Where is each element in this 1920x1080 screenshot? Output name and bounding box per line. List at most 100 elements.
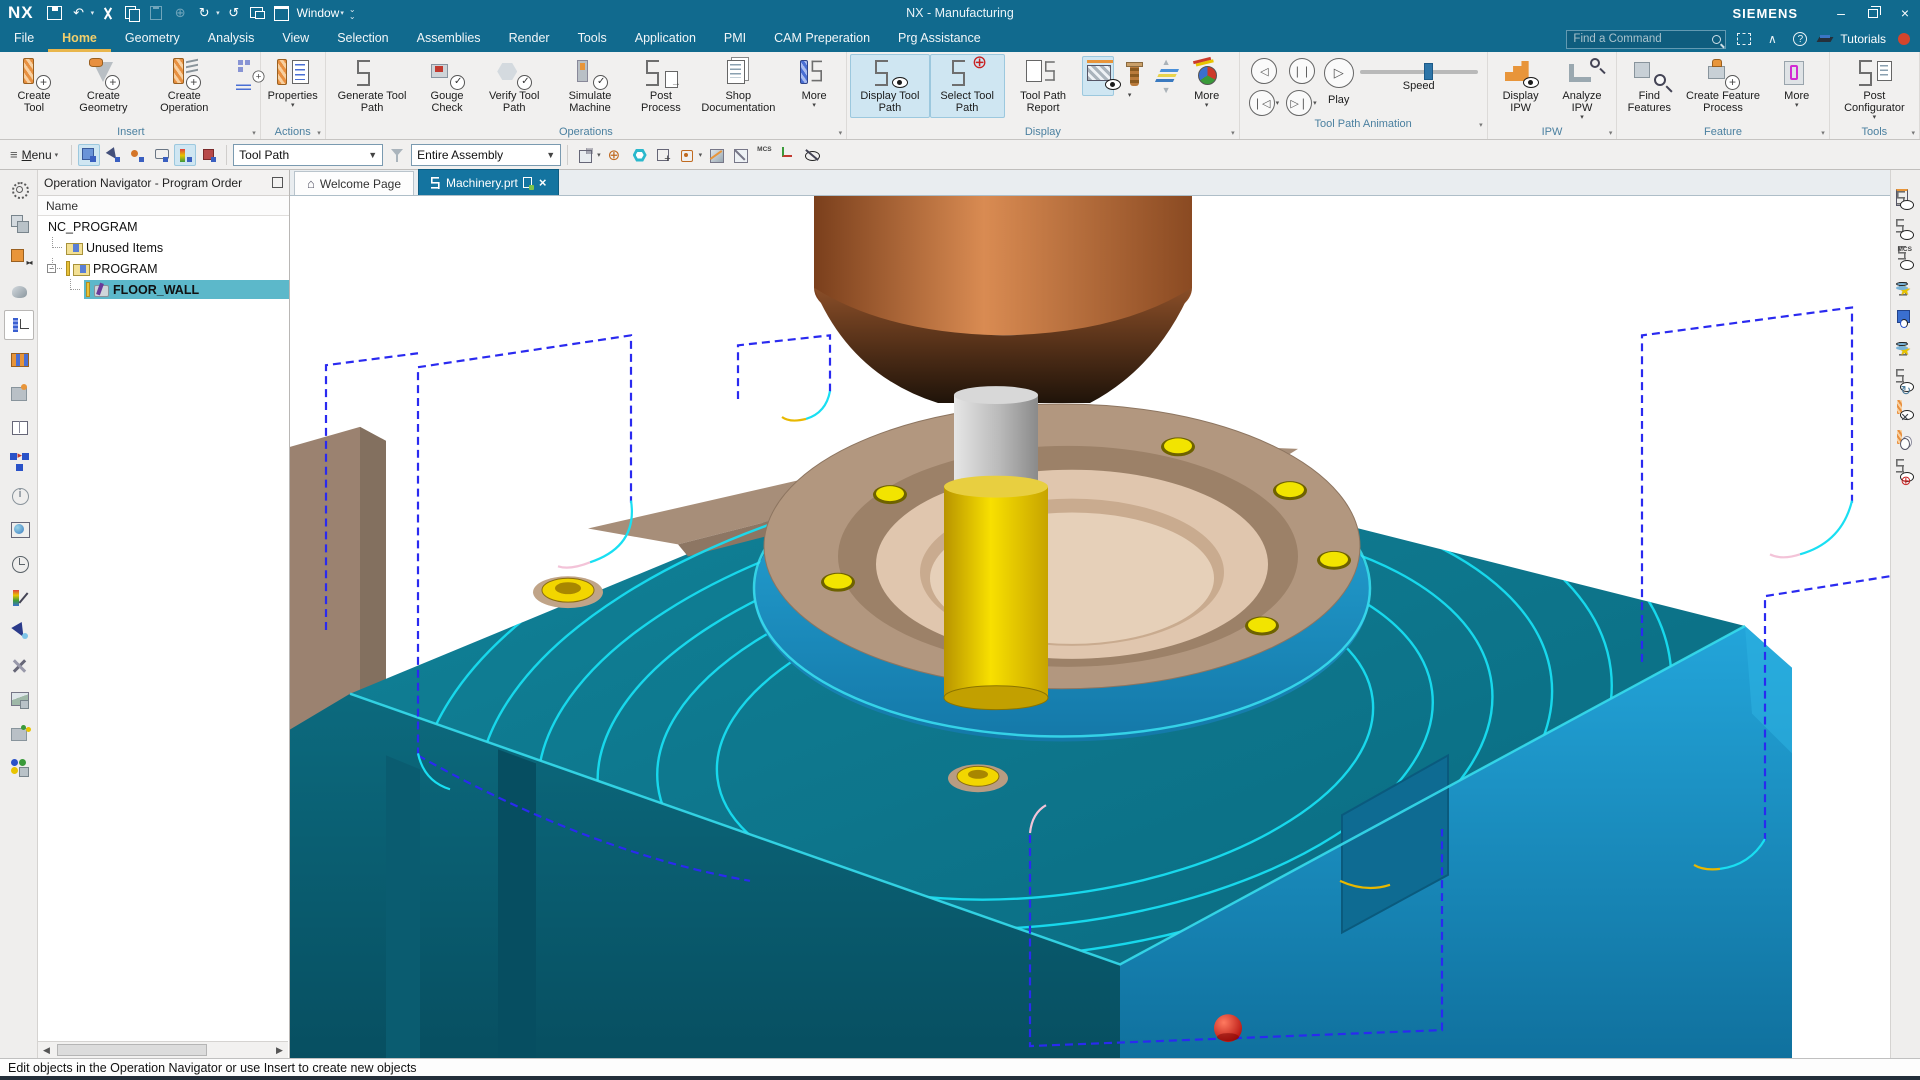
ribbon-button[interactable]: Create Operation ▾ (144, 54, 225, 118)
group-dialog-launcher[interactable]: ▾ (317, 129, 321, 137)
ribbon-button[interactable]: Find Features ▾ (1620, 54, 1678, 118)
ribbon-button[interactable]: Simulate Machine ▾ (550, 54, 631, 118)
ribbon-tab[interactable]: Prg Assistance (884, 26, 995, 52)
ribbon-button[interactable]: Generate Tool Path ▾ (329, 54, 416, 118)
group-dialog-launcher[interactable]: ▾ (1911, 129, 1915, 137)
scrollbar-thumb[interactable] (57, 1044, 207, 1056)
quick-access-icon[interactable]: ↻ (193, 3, 215, 23)
ribbon-button[interactable]: ▾ (1082, 56, 1114, 96)
overflow-chevron-icon[interactable]: ⌄⌄ (349, 6, 356, 20)
right-toolbar-icon[interactable] (1894, 456, 1918, 482)
resource-bar-icon[interactable] (4, 412, 34, 442)
resource-bar-icon[interactable] (4, 752, 34, 782)
view-toolbar-icon[interactable] (729, 144, 751, 166)
ribbon-tab[interactable]: PMI (710, 26, 760, 52)
ribbon-button[interactable]: Analyze IPW ▾ (1551, 54, 1614, 118)
tree-row[interactable]: − NC_PROGRAM (38, 216, 289, 237)
selection-toolbar-icon[interactable] (102, 144, 124, 166)
quick-access-icon[interactable] (145, 3, 167, 23)
close-button[interactable]: × (1890, 1, 1920, 25)
resource-bar-icon[interactable] (4, 684, 34, 714)
view-toolbar-icon[interactable] (628, 144, 650, 166)
quick-access-icon[interactable] (44, 3, 66, 23)
find-command-input[interactable] (1571, 32, 1712, 46)
quick-access-icon[interactable] (247, 3, 269, 23)
window-menu[interactable]: Window (297, 6, 340, 20)
ribbon-tab[interactable]: Tools (564, 26, 621, 52)
ribbon-button[interactable]: Display IPW ▾ (1491, 54, 1551, 118)
chevron-down-icon[interactable]: ▾ (597, 151, 601, 159)
right-toolbar-icon[interactable] (1894, 366, 1918, 392)
ribbon-tab[interactable]: Assemblies (403, 26, 495, 52)
group-dialog-launcher[interactable]: ▾ (1231, 129, 1235, 137)
ribbon-button[interactable]: More ▾ (785, 54, 843, 118)
fullscreen-icon[interactable] (1734, 29, 1754, 49)
view-toolbar-icon[interactable] (652, 144, 674, 166)
selection-toolbar-icon[interactable] (198, 144, 220, 166)
ribbon-button[interactable]: Create Geometry ▾ (63, 54, 144, 118)
chevron-down-icon[interactable]: ▾ (340, 9, 344, 17)
right-toolbar-icon[interactable] (1894, 216, 1918, 242)
chevron-down-icon[interactable]: ▾ (699, 151, 703, 159)
notification-dot[interactable] (1898, 33, 1910, 45)
ribbon-button[interactable]: ▾ (1114, 56, 1146, 96)
ribbon-button[interactable]: Post Configurator ▾ (1833, 54, 1916, 118)
ribbon-button[interactable]: ▾ (225, 56, 257, 96)
view-toolbar-icon[interactable] (801, 144, 823, 166)
quick-access-icon[interactable]: ⊕ (169, 3, 191, 23)
group-dialog-launcher[interactable]: ▾ (252, 129, 256, 137)
ribbon-button[interactable]: Properties ▾ (264, 54, 322, 118)
ribbon-button[interactable]: Tool Path Report ▾ (1005, 54, 1082, 118)
resource-bar-icon[interactable] (4, 480, 34, 510)
resource-bar-icon[interactable] (4, 310, 34, 340)
chevron-down-icon[interactable]: ▾ (1276, 99, 1280, 107)
view-toolbar-icon[interactable] (574, 144, 596, 166)
resource-bar-icon[interactable] (4, 378, 34, 408)
group-dialog-launcher[interactable]: ▾ (1479, 121, 1483, 129)
horizontal-scrollbar[interactable]: ◀ ▶ (38, 1041, 288, 1058)
tab-welcome-page[interactable]: ⌂ Welcome Page (294, 171, 414, 195)
filter-reset-icon[interactable] (386, 144, 408, 166)
column-header[interactable]: Name (38, 196, 289, 216)
group-dialog-launcher[interactable]: ▾ (839, 129, 843, 137)
quick-access-icon[interactable] (271, 3, 293, 23)
right-toolbar-icon[interactable] (1894, 426, 1918, 452)
ribbon-button[interactable]: Verify Tool Path ▾ (479, 54, 550, 118)
resource-bar-icon[interactable] (4, 582, 34, 612)
play-button[interactable]: ▷ (1324, 58, 1354, 88)
right-toolbar-icon[interactable] (1894, 186, 1918, 212)
restore-button[interactable] (1858, 1, 1888, 25)
quick-access-icon[interactable]: ↶ (68, 3, 90, 23)
right-toolbar-icon[interactable] (1894, 276, 1918, 302)
selection-toolbar-icon[interactable] (174, 144, 196, 166)
pause-button[interactable]: ❘❘ (1289, 58, 1315, 84)
ribbon-tab[interactable]: CAM Preperation (760, 26, 884, 52)
ribbon-tab[interactable]: File (0, 26, 48, 52)
ribbon-button[interactable]: Gouge Check ▾ (415, 54, 478, 118)
tab-machinery-prt[interactable]: Machinery.prt × (418, 169, 559, 195)
selection-toolbar-icon[interactable] (78, 144, 100, 166)
selection-toolbar-icon[interactable] (150, 144, 172, 166)
minimize-ribbon-icon[interactable]: ∧ (1762, 29, 1782, 49)
view-toolbar-icon[interactable] (705, 144, 727, 166)
quick-access-icon[interactable]: ↺ (223, 3, 245, 23)
resource-bar-icon[interactable] (4, 616, 34, 646)
close-icon[interactable]: × (539, 175, 547, 190)
ribbon-button[interactable]: More ▾ (1178, 54, 1236, 118)
ribbon-button[interactable]: ▾ (1146, 56, 1178, 96)
ribbon-button[interactable]: Create Tool ▾ (5, 54, 63, 118)
step-back-button[interactable]: ◁ (1251, 58, 1277, 84)
right-toolbar-icon[interactable] (1894, 306, 1918, 332)
view-toolbar-icon[interactable] (753, 144, 775, 166)
tree-row[interactable]: − PROGRAM (38, 258, 289, 279)
ribbon-tab[interactable]: Analysis (194, 26, 269, 52)
tutorials-label[interactable]: Tutorials (1840, 32, 1886, 46)
selection-scope-dropdown[interactable]: Tool Path ▼ (233, 144, 383, 166)
chevron-down-icon[interactable]: ▾ (1313, 99, 1317, 107)
right-toolbar-icon[interactable] (1894, 246, 1918, 272)
resource-bar-icon[interactable] (4, 174, 34, 204)
assembly-scope-dropdown[interactable]: Entire Assembly ▼ (411, 144, 561, 166)
ribbon-button[interactable]: Display Tool Path ▾ (850, 54, 930, 118)
tree-row[interactable]: − FLOOR_WALL (38, 279, 289, 300)
find-command-box[interactable] (1566, 30, 1726, 49)
